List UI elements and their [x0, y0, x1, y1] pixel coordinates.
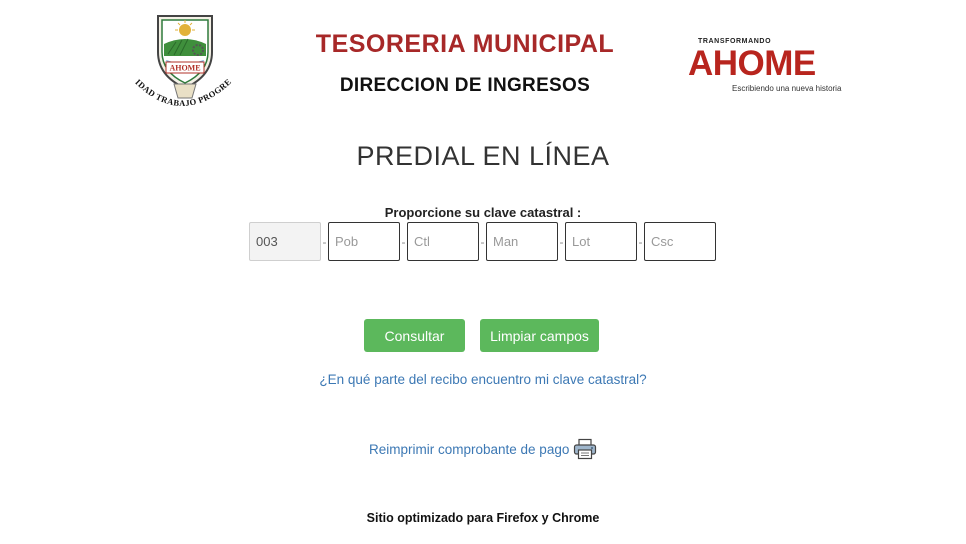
- browser-compatibility-note: Sitio optimizado para Firefox y Chrome: [366, 511, 600, 525]
- clave-separator: -: [322, 234, 327, 249]
- clave-consecutivo-input[interactable]: [644, 222, 716, 261]
- clave-cuartel-input[interactable]: [407, 222, 479, 261]
- logo-tagline-bottom: Escribiendo una nueva historia: [732, 84, 842, 93]
- logo-wordmark: AHOME: [688, 44, 816, 83]
- clave-municipio-input[interactable]: [249, 222, 321, 261]
- page-title: TESORERIA MUNICIPAL: [315, 30, 615, 58]
- page: AHOME UNIDAD TRABAJO PROGRESO TESORERIA …: [0, 0, 966, 544]
- shield-emblem-icon: AHOME UNIDAD TRABAJO PROGRESO: [126, 0, 232, 108]
- clave-lote-input[interactable]: [565, 222, 637, 261]
- page-subtitle: DIRECCION DE INGRESOS: [339, 75, 591, 96]
- clave-catastral-row: - - - - -: [249, 222, 716, 261]
- municipal-shield-logo: AHOME UNIDAD TRABAJO PROGRESO: [126, 0, 240, 118]
- section-heading: PREDIAL EN LÍNEA: [356, 141, 610, 171]
- consultar-button[interactable]: Consultar: [364, 319, 465, 352]
- clave-help-link[interactable]: ¿En qué parte del recibo encuentro mi cl…: [0, 372, 966, 387]
- reprint-section: Reimprimir comprobante de pago: [369, 437, 597, 461]
- clave-separator: -: [559, 234, 564, 249]
- ahome-logo: TRANSFORMANDO AHOME Escribiendo una nuev…: [688, 36, 860, 102]
- clave-poblacion-input[interactable]: [328, 222, 400, 261]
- reprint-receipt-link[interactable]: Reimprimir comprobante de pago: [369, 442, 569, 457]
- clave-prompt-label: Proporcione su clave catastral :: [384, 205, 582, 220]
- clave-separator: -: [638, 234, 643, 249]
- shield-label: AHOME: [169, 64, 200, 73]
- clave-separator: -: [401, 234, 406, 249]
- clave-manzana-input[interactable]: [486, 222, 558, 261]
- clave-separator: -: [480, 234, 485, 249]
- printer-icon[interactable]: [573, 438, 597, 460]
- limpiar-campos-button[interactable]: Limpiar campos: [480, 319, 599, 352]
